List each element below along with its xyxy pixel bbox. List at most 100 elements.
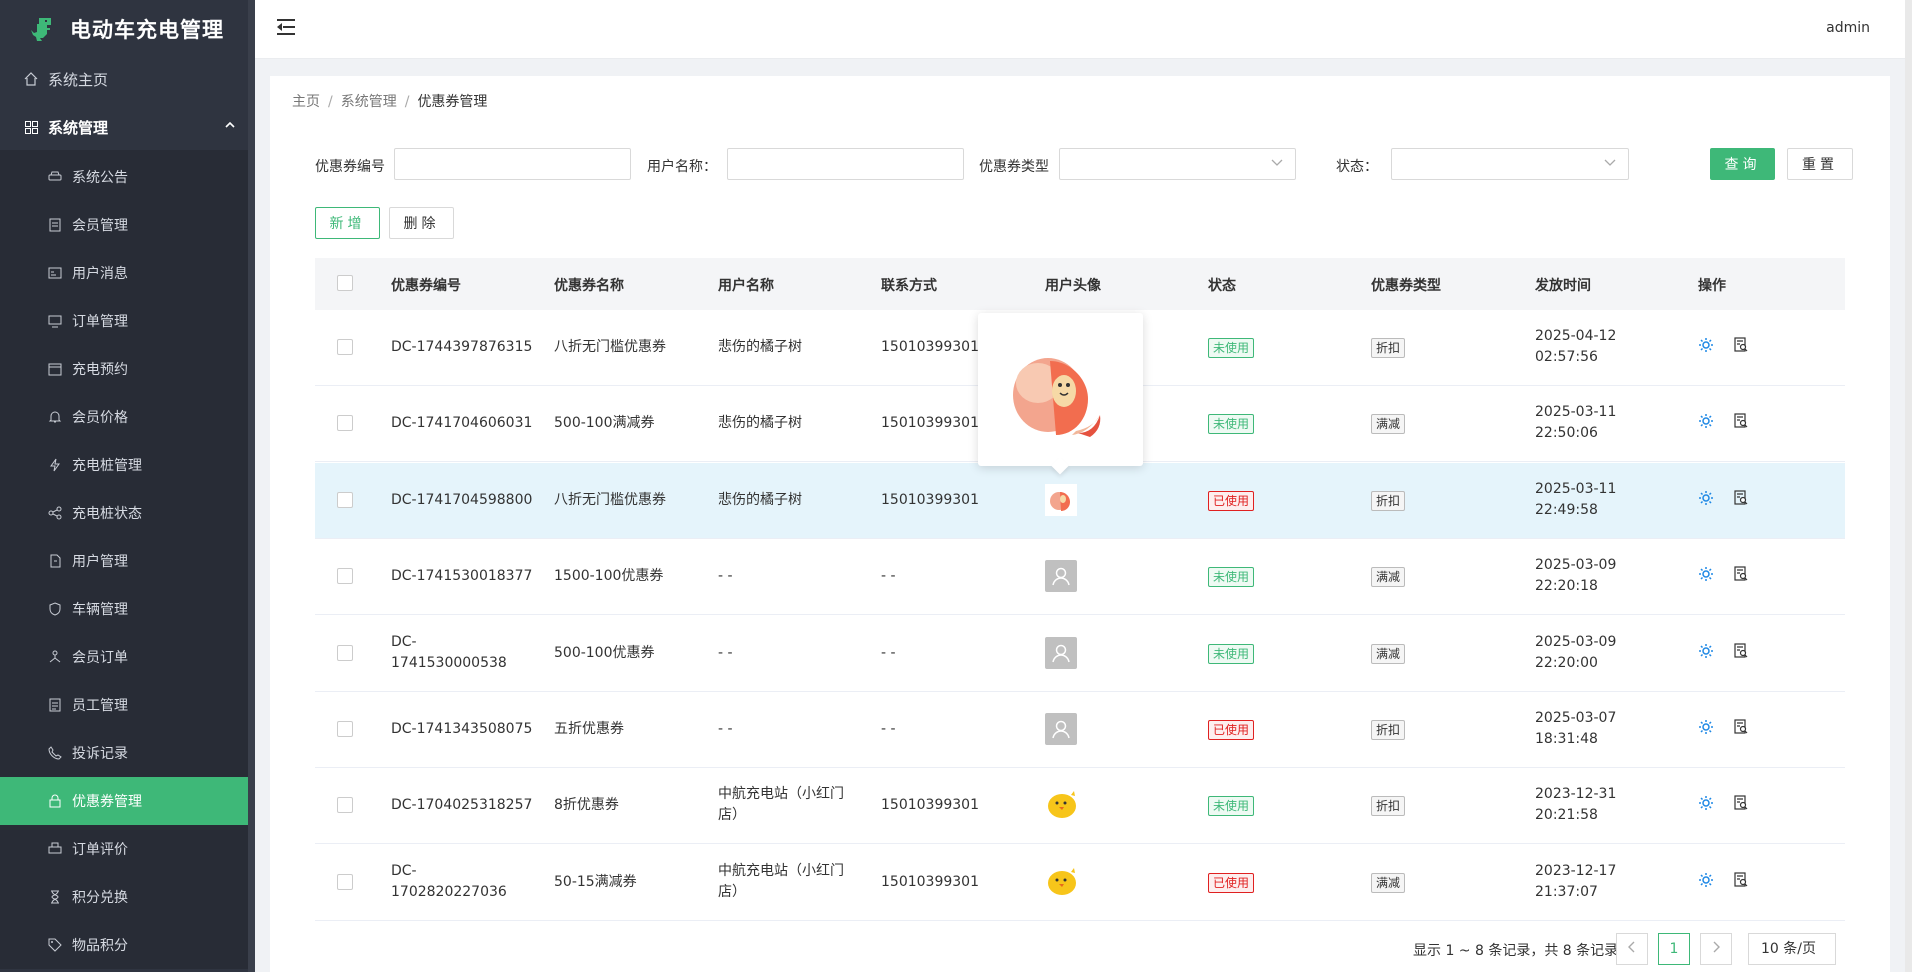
col-header-user[interactable]: 用户名称 (718, 275, 774, 295)
issue-time: 20:21:58 (1535, 807, 1598, 824)
row-checkbox[interactable] (337, 721, 353, 737)
table-row[interactable]: DC-1741704598800 八折无门槛优惠券 悲伤的橘子树 1501039930… (315, 462, 1845, 539)
user-avatar[interactable] (1045, 483, 1077, 516)
peach-image (1013, 358, 1101, 437)
row-checkbox[interactable] (337, 491, 353, 508)
status-select[interactable] (1391, 148, 1629, 180)
gear-icon[interactable] (1698, 337, 1714, 357)
row-checkbox[interactable] (337, 568, 353, 585)
chevron-right-icon (1712, 941, 1720, 957)
sidebar-item[interactable]: 车辆管理 (0, 585, 255, 633)
page-1-button[interactable]: 1 (1658, 933, 1690, 965)
sidebar-item-home[interactable]: 系统主页 (0, 59, 255, 99)
sidebar-group-system[interactable]: 系统管理 (0, 104, 255, 150)
view-detail-icon[interactable] (1733, 719, 1749, 739)
issue-date: 2025-03-09 (1535, 557, 1617, 574)
sidebar: 电动车充电管理 系统主页 系统管理 系统公告 会员管理 用户消息 订单管理 充电预约 会员… (0, 0, 255, 972)
row-checkbox[interactable] (337, 415, 353, 432)
col-header-type[interactable]: 优惠券类型 (1371, 275, 1441, 295)
view-detail-icon[interactable] (1733, 490, 1749, 510)
sidebar-item[interactable]: 订单管理 (0, 297, 255, 345)
coupon-code-cell: DC-1741530018377 (391, 568, 533, 585)
coupon-name-cell: 五折优惠券 (554, 721, 624, 737)
row-checkbox[interactable] (337, 873, 353, 890)
col-header-time[interactable]: 发放时间 (1535, 275, 1591, 295)
dinosaur-logo-icon (31, 18, 51, 41)
issue-time-cell: 2025-03-11 22:50:06 (1535, 402, 1616, 444)
user-avatar[interactable] (1045, 713, 1077, 745)
issue-time: 21:37:07 (1535, 883, 1598, 900)
table-row[interactable]: DC-1741343508075 五折优惠券 - - - - 已使用 折扣 2025-03-… (315, 692, 1845, 768)
sidebar-item[interactable]: 充电桩状态 (0, 489, 255, 537)
sidebar-item[interactable]: 投诉记录 (0, 729, 255, 777)
coupon-code-cell: DC-1741343508075 (391, 721, 533, 737)
breadcrumb-system[interactable]: 系统管理 (341, 94, 397, 110)
coupon-type-select[interactable] (1059, 148, 1296, 180)
user-avatar[interactable] (1045, 636, 1077, 669)
view-detail-icon[interactable] (1733, 413, 1749, 433)
sidebar-item[interactable]: 员工管理 (0, 681, 255, 729)
delete-button[interactable]: 删除 (389, 207, 454, 239)
sidebar-item[interactable]: 充电桩管理 (0, 441, 255, 489)
prev-page-button[interactable] (1616, 933, 1648, 965)
col-header-avatar: 用户头像 (1045, 278, 1101, 294)
gear-icon[interactable] (1698, 872, 1714, 892)
sidebar-item[interactable]: 会员管理 (0, 201, 255, 249)
coupon-name-cell: 500-100满减券 (554, 415, 655, 432)
sidebar-item-label: 系统主页 (48, 70, 109, 89)
gear-icon[interactable] (1698, 795, 1714, 815)
col-header-name[interactable]: 优惠券名称 (554, 275, 624, 295)
sidebar-item[interactable]: 用户管理 (0, 537, 255, 585)
sidebar-item[interactable]: 会员价格 (0, 393, 255, 441)
row-checkbox[interactable] (337, 797, 353, 814)
gear-icon[interactable] (1698, 643, 1714, 663)
col-header-status[interactable]: 状态 (1208, 275, 1236, 295)
table-row[interactable]: DC-1704025318257 8折优惠券 中航充电站（小红门 店） 15010399… (315, 768, 1845, 845)
gear-icon[interactable] (1698, 566, 1714, 586)
add-button[interactable]: 新增 (315, 207, 380, 239)
collapse-menu-icon[interactable] (277, 18, 297, 36)
view-detail-icon[interactable] (1733, 642, 1749, 663)
table-row[interactable]: DC- 1702820227036 50-15满减券 中航充电站（小红门 店） 15010… (315, 845, 1845, 921)
table-row[interactable]: DC-1741530018377 1500-100优惠券 - - - - 未使用 满减 20… (315, 539, 1845, 616)
sidebar-item[interactable]: 会员订单 (0, 633, 255, 681)
sidebar-item[interactable]: 订单评价 (0, 825, 255, 873)
sidebar-item[interactable]: 用户消息 (0, 249, 255, 297)
user-avatar[interactable] (1045, 560, 1077, 593)
view-detail-icon[interactable] (1733, 872, 1749, 892)
sidebar-item[interactable]: 优惠券管理 (0, 777, 248, 825)
user-avatar[interactable] (1045, 789, 1077, 821)
user-name-input[interactable] (727, 148, 964, 180)
lock-icon (48, 794, 62, 808)
chevron-down-icon (1604, 156, 1616, 170)
gear-icon[interactable] (1698, 413, 1714, 433)
sidebar-scrollbar[interactable] (248, 0, 255, 972)
bell-icon (48, 410, 62, 424)
user-avatar[interactable] (1045, 866, 1077, 898)
sidebar-item[interactable]: 物品积分 (0, 921, 255, 969)
coupon-name-cell: 50-15满减券 (554, 873, 637, 890)
page-scrollbar[interactable] (1905, 0, 1912, 972)
page-size-select[interactable]: 10 条/页 (1748, 933, 1836, 965)
gear-icon[interactable] (1698, 490, 1714, 510)
sidebar-item[interactable]: 积分兑换 (0, 873, 255, 921)
table-row[interactable]: DC- 1741530000538 500-100优惠券 - - - - 未使用 满减 202… (315, 616, 1845, 692)
user-menu[interactable]: admin (1826, 20, 1870, 36)
gear-icon[interactable] (1698, 719, 1714, 739)
view-detail-icon[interactable] (1733, 795, 1749, 815)
view-detail-icon[interactable] (1733, 566, 1749, 586)
view-detail-icon[interactable] (1733, 337, 1749, 357)
col-header-phone[interactable]: 联系方式 (881, 275, 937, 295)
breadcrumb-home[interactable]: 主页 (292, 94, 320, 110)
coupon-name-cell: 8折优惠券 (554, 797, 619, 814)
reset-button[interactable]: 重置 (1787, 148, 1853, 180)
sidebar-item[interactable]: 充电预约 (0, 345, 255, 393)
row-checkbox[interactable] (337, 339, 353, 355)
sidebar-item[interactable]: 系统公告 (0, 153, 255, 201)
coupon-code-input[interactable] (394, 148, 631, 180)
col-header-code[interactable]: 优惠券编号 (391, 275, 461, 295)
row-checkbox[interactable] (337, 644, 353, 661)
select-all-checkbox[interactable] (337, 275, 353, 291)
search-button[interactable]: 查询 (1710, 148, 1775, 180)
next-page-button[interactable] (1700, 933, 1732, 965)
